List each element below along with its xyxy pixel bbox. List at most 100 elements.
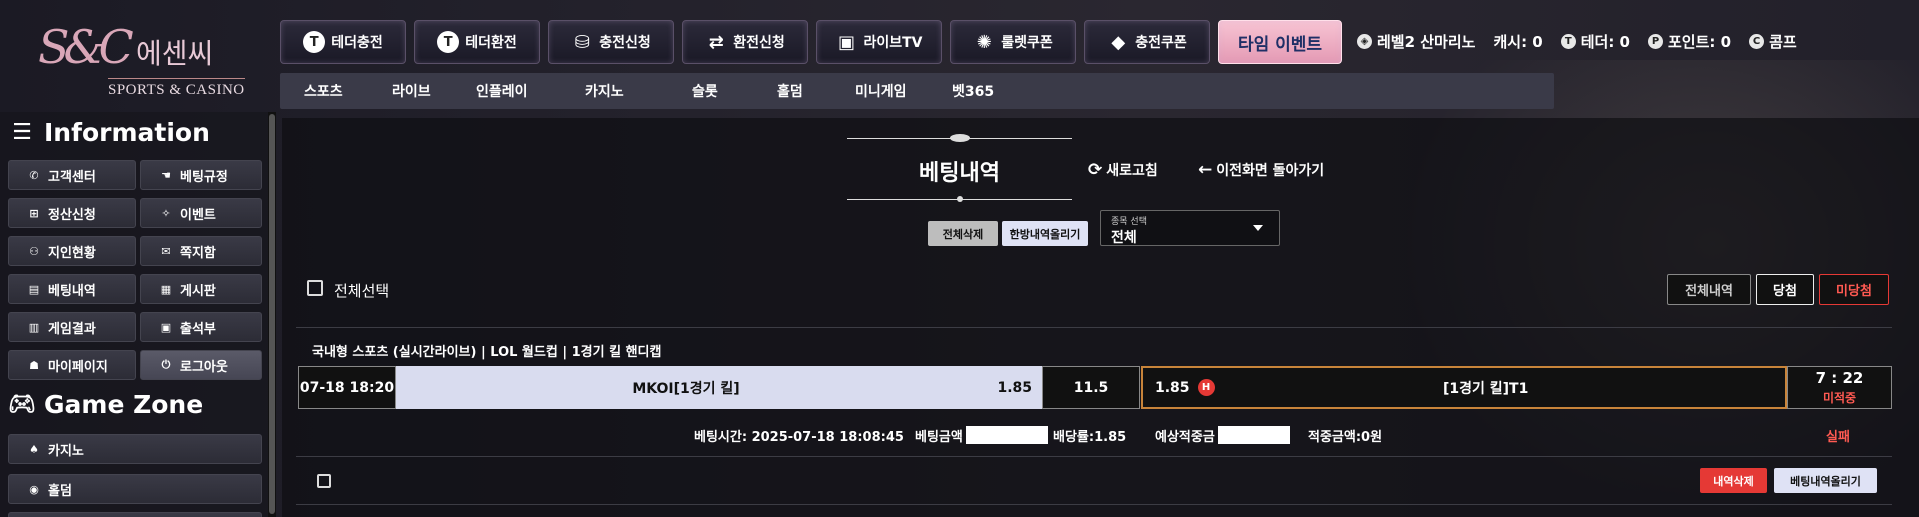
score: 7 : 22 — [1815, 369, 1864, 387]
comp-status[interactable]: C 콤프 — [1749, 31, 1797, 52]
sidebar-item-bet-history[interactable]: ▤ 베팅내역 — [8, 274, 136, 304]
charge-request-button[interactable]: ⛁ 충전신청 — [548, 20, 674, 64]
bet-time-info: 베팅시간: 2025-07-18 18:08:45 — [694, 430, 904, 445]
sidebar-item-label: 고객센터 — [48, 169, 96, 185]
tether-text: 테더: 0 — [1580, 33, 1630, 51]
heading-text: Game Zone — [44, 390, 204, 419]
bet-time-cell: 07-18 18:20 — [298, 366, 396, 409]
filter-lose-button[interactable]: 미당첨 — [1819, 274, 1889, 305]
roulette-coupon-button[interactable]: ✺ 룰렛쿠폰 — [950, 20, 1076, 64]
sport-select[interactable]: 종목 선택 전체 — [1100, 210, 1280, 246]
logo-korean: 에센씨 — [136, 37, 214, 70]
bet-row-checkbox[interactable] — [317, 474, 331, 488]
phone-icon: ✆ — [29, 168, 39, 182]
sidebar-item-event[interactable]: ✧ 이벤트 — [140, 198, 262, 228]
board-icon: ▦ — [160, 282, 172, 296]
tether-exchange-button[interactable]: T 테더환전 — [414, 20, 540, 64]
refresh-link[interactable]: ⟳ 새로고침 — [1088, 160, 1158, 180]
sidebar-item-referrals[interactable]: ⚇ 지인현황 — [8, 236, 136, 266]
list-icon: ▤ — [28, 282, 40, 296]
sidebar-item-label: 카지노 — [48, 443, 84, 459]
tether-charge-button[interactable]: T 테더충전 — [280, 20, 406, 64]
sidebar-item-label: 정산신청 — [48, 207, 96, 223]
arrow-left-icon: ← — [1198, 160, 1213, 180]
home-odds: 1.85 — [997, 379, 1032, 396]
cat-slot[interactable]: 슬롯 — [692, 81, 718, 101]
sidebar-item-mypage[interactable]: ☗ 마이페이지 — [8, 350, 136, 380]
sidebar-item-more[interactable] — [8, 512, 262, 517]
sidebar-item-settlement[interactable]: ⊞ 정산신청 — [8, 198, 136, 228]
delete-history-button[interactable]: 내역삭제 — [1700, 468, 1767, 493]
points-icon: P — [1648, 34, 1663, 49]
divider — [296, 504, 1892, 505]
information-heading: ☰ Information — [8, 118, 210, 147]
divider — [296, 456, 1892, 457]
sidebar-item-label: 베팅규정 — [180, 169, 228, 185]
cat-live[interactable]: 라이브 — [392, 81, 431, 101]
away-cell[interactable]: 1.85 H [1경기 킬]T1 — [1141, 366, 1787, 409]
sidebar-item-game-results[interactable]: ▥ 게임결과 — [8, 312, 136, 342]
cat-inplay[interactable]: 인플레이 — [476, 81, 528, 101]
refresh-icon: ⟳ — [1088, 160, 1103, 180]
title-ornament-dot — [957, 196, 963, 202]
heading-text: Information — [44, 118, 210, 147]
redaction-mask — [1218, 426, 1290, 444]
settlement-icon: ⊞ — [29, 206, 39, 220]
time-event-button[interactable]: 타임 이벤트 — [1218, 20, 1342, 64]
post-history-button[interactable]: 베팅내역올리기 — [1774, 468, 1877, 493]
exchange-icon: ⇄ — [708, 31, 724, 53]
gamezone-heading: 🎮︎ Game Zone — [8, 390, 203, 419]
cat-holdem[interactable]: 홀덤 — [777, 81, 803, 101]
sidebar-item-casino[interactable]: ♠ 카지노 — [8, 434, 262, 464]
refresh-label: 새로고침 — [1106, 163, 1158, 179]
filter-win-button[interactable]: 당첨 — [1756, 274, 1814, 305]
result-status: 실패 — [1826, 430, 1850, 445]
select-all-checkbox[interactable] — [307, 280, 323, 296]
post-all-button[interactable]: 한방내역올리기 — [1002, 221, 1088, 246]
home-cell[interactable]: MKOI[1경기 킬] 1.85 — [396, 366, 1042, 409]
back-label: 이전화면 돌아가기 — [1216, 163, 1325, 179]
level-icon: ◈ — [1357, 34, 1372, 49]
tether-icon: T — [303, 31, 326, 53]
sidebar-item-holdem[interactable]: ◉ 홀덤 — [8, 474, 262, 504]
calendar-icon: ▣ — [160, 320, 172, 334]
message-icon: ✉ — [161, 244, 171, 258]
level-text: 레벨2 산마리노 — [1377, 33, 1476, 51]
bet-row: 07-18 18:20 MKOI[1경기 킬] 1.85 11.5 1.85 H … — [298, 366, 1892, 409]
result-icon: ▥ — [28, 320, 40, 334]
button-label: 라이브TV — [863, 35, 923, 51]
back-link[interactable]: ← 이전화면 돌아가기 — [1198, 160, 1324, 180]
cat-bet365[interactable]: 벳365 — [952, 81, 994, 101]
delete-all-button[interactable]: 전체삭제 — [928, 221, 998, 246]
sidebar-item-label: 베팅내역 — [48, 283, 96, 299]
charge-coupon-button[interactable]: ◆ 충전쿠폰 — [1084, 20, 1210, 64]
filter-all-button[interactable]: 전체내역 — [1667, 274, 1751, 305]
cat-minigame[interactable]: 미니게임 — [855, 81, 907, 101]
sidebar-item-attendance[interactable]: ▣ 출석부 — [140, 312, 262, 342]
button-label: 테더충전 — [331, 35, 383, 51]
sidebar-item-board[interactable]: ▦ 게시판 — [140, 274, 262, 304]
sidebar-item-label: 지인현황 — [48, 245, 96, 261]
cash-text: 캐시: 0 — [1493, 33, 1543, 51]
sidebar-item-label: 마이페이지 — [48, 359, 108, 375]
points-status: P 포인트: 0 — [1648, 31, 1731, 52]
cat-casino[interactable]: 카지노 — [585, 81, 624, 101]
cat-sports[interactable]: 스포츠 — [304, 81, 343, 101]
exchange-request-button[interactable]: ⇄ 환전신청 — [682, 20, 808, 64]
expected-label: 예상적중금 — [1155, 430, 1215, 445]
live-tv-button[interactable]: ▣ 라이브TV — [816, 20, 942, 64]
hand-icon: ☚ — [161, 168, 171, 182]
sidebar-item-support[interactable]: ✆ 고객센터 — [8, 160, 136, 190]
away-odds-wrap: 1.85 H — [1155, 379, 1215, 396]
sidebar-item-logout[interactable]: ⏻ 로그아웃 — [140, 350, 262, 380]
level-status[interactable]: ◈ 레벨2 산마리노 — [1357, 31, 1475, 52]
coupon-icon: ◆ — [1111, 31, 1126, 53]
redaction-mask — [966, 426, 1048, 444]
handicap-badge: H — [1197, 379, 1215, 396]
roulette-icon: ✺ — [976, 31, 992, 53]
select-label: 종목 선택 — [1111, 217, 1147, 227]
sidebar-item-messages[interactable]: ✉ 쪽지함 — [140, 236, 262, 266]
site-logo[interactable]: S&C 에센씨 SPORTS & CASINO — [38, 18, 248, 103]
sidebar-item-rules[interactable]: ☚ 베팅규정 — [140, 160, 262, 190]
sidebar-scroll-thumb[interactable] — [269, 114, 275, 514]
